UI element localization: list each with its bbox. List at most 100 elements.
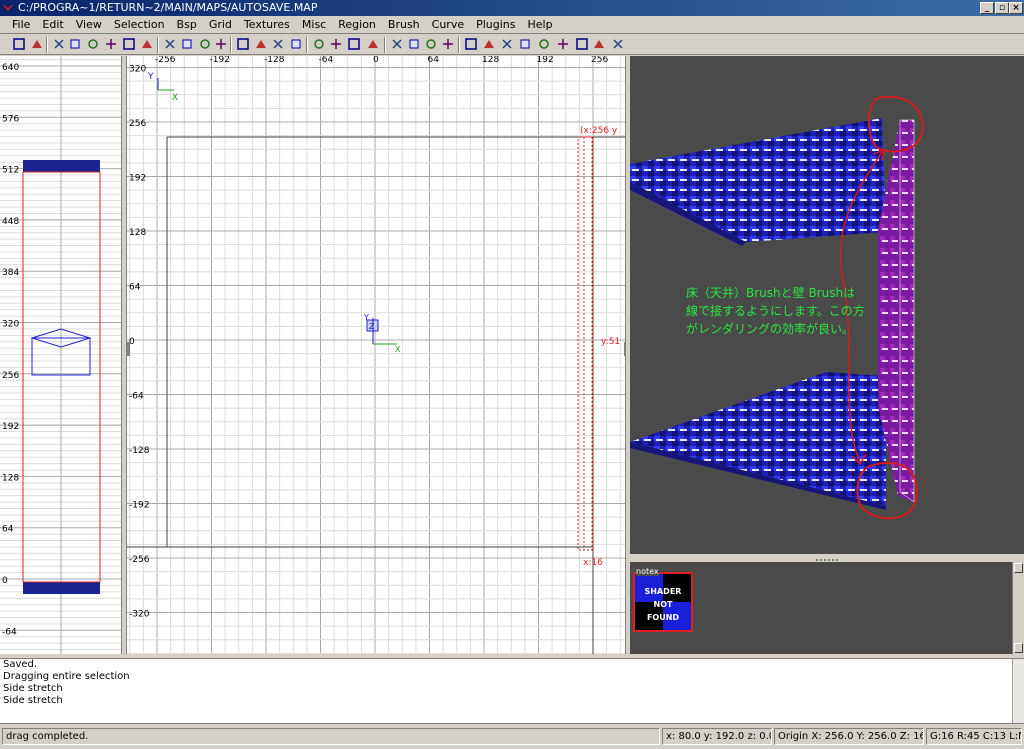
flip-y-icon[interactable]	[68, 37, 82, 51]
floor-brush	[630, 372, 886, 506]
thumb-text-1: SHADER	[644, 587, 682, 596]
z-tick-label: 0	[2, 576, 8, 586]
status-message: drag completed.	[2, 728, 660, 745]
hollow-icon[interactable]	[271, 37, 285, 51]
z-tick-label: -64	[2, 627, 17, 637]
status-position: x: 80.0 y: 192.0 z: 0.0	[662, 728, 772, 745]
console-line: Saved.	[3, 659, 38, 670]
scroll-up-button[interactable]	[1014, 563, 1023, 573]
menu-grid[interactable]: Grid	[203, 16, 238, 34]
x-tick-label: -128	[264, 56, 285, 65]
camera-view[interactable]: 床（天井）Brushと壁 Brushは 線で接するようにします。この方 がレンダ…	[630, 56, 1024, 554]
selected-wall-brush	[577, 136, 594, 551]
y-tick-label: -192	[129, 501, 149, 511]
status-origin: Origin X: 256.0 Y: 256.0 Z: 16.0	[774, 728, 924, 745]
texture-lock-icon[interactable]	[329, 37, 343, 51]
z-tick-label: 576	[2, 114, 19, 124]
toolbar-separator	[306, 37, 308, 53]
menu-plugins[interactable]: Plugins	[470, 16, 521, 34]
open-icon[interactable]	[12, 37, 26, 51]
drag-mode-icon[interactable]	[592, 37, 606, 51]
toolbar-separator	[384, 37, 386, 53]
ceiling-brush	[630, 118, 886, 242]
rotate-x-icon[interactable]	[104, 37, 118, 51]
toolbar-separator	[230, 37, 232, 53]
texture-name: notex	[636, 567, 659, 576]
x-tick-label: 0	[373, 56, 379, 65]
menu-selection[interactable]: Selection	[108, 16, 171, 34]
patch-icon[interactable]	[464, 37, 478, 51]
status-grid: G:16 R:45 C:13 L:MR	[926, 728, 1022, 745]
z-view-canvas[interactable]: 640576512448384320256192128640-64	[0, 56, 122, 654]
save-icon[interactable]	[30, 37, 44, 51]
menu-bar: File Edit View Selection Bsp Grid Textures Misc…	[0, 16, 1024, 34]
drag-edge-icon[interactable]	[289, 37, 303, 51]
x-tick-label: 128	[482, 56, 499, 65]
select-complete-tall-icon[interactable]	[163, 37, 177, 51]
z-tick-label: 640	[2, 63, 19, 73]
texture-thumbnail[interactable]: SHADER NOT FOUND	[633, 572, 693, 632]
view-x-icon[interactable]	[390, 37, 404, 51]
flip-x-icon[interactable]	[52, 37, 66, 51]
menu-edit[interactable]: Edit	[36, 16, 69, 34]
size-label-right: y:51	[601, 337, 620, 347]
texture-rotate-lock-icon[interactable]	[347, 37, 361, 51]
csg-subtract-icon[interactable]	[236, 37, 250, 51]
patch-show-icon[interactable]	[556, 37, 570, 51]
axis-y-label: Y	[147, 72, 154, 82]
menu-view[interactable]: View	[70, 16, 108, 34]
texture-scrollbar[interactable]	[1012, 562, 1024, 654]
rotate-y-icon[interactable]	[122, 37, 136, 51]
camera-move-icon[interactable]	[366, 37, 380, 51]
bend-patch-icon[interactable]	[500, 37, 514, 51]
menu-region[interactable]: Region	[332, 16, 382, 34]
title-bar: C:/PROGRA~1/RETURN~2/MAIN/MAPS/AUTOSAVE.…	[0, 0, 1024, 16]
y-tick-label: 256	[129, 119, 146, 129]
select-inside-icon[interactable]	[214, 37, 228, 51]
console[interactable]: Saved. Dragging entire selection Side st…	[0, 658, 1024, 724]
flip-z-icon[interactable]	[86, 37, 100, 51]
thumb-text-3: FOUND	[646, 613, 680, 622]
minimize-button[interactable]: _	[980, 2, 994, 14]
select-mode-icon[interactable]	[575, 37, 589, 51]
view-y-icon[interactable]	[407, 37, 421, 51]
camera-texture-splitter[interactable]	[630, 554, 1024, 562]
z-view[interactable]: 640 576 512 448 384 320 256 192 128 64 0 -64	[0, 56, 122, 654]
y-tick-label: 320	[129, 65, 146, 75]
scale-lock-icon[interactable]	[611, 37, 625, 51]
patch-thicken-icon[interactable]	[518, 37, 532, 51]
select-patch-icon[interactable]	[482, 37, 496, 51]
menu-brush[interactable]: Brush	[382, 16, 426, 34]
console-line: Dragging entire selection	[3, 671, 130, 682]
menu-bsp[interactable]: Bsp	[171, 16, 203, 34]
menu-misc[interactable]: Misc	[296, 16, 332, 34]
size-label-bottom: x:16	[583, 558, 603, 568]
menu-textures[interactable]: Textures	[238, 16, 296, 34]
menu-help[interactable]: Help	[522, 16, 559, 34]
x-tick-label: -256	[155, 56, 176, 65]
xy-view[interactable]: (x:256 y y:51 x:16 Y X Z X Y -256 -192 -128 -64 0 64 1…	[126, 56, 626, 654]
scroll-down-button[interactable]	[1014, 643, 1023, 653]
size-label-top: (x:256 y	[580, 126, 618, 136]
x-tick-label: 192	[537, 56, 554, 65]
annotation-line-1: 床（天井）Brushと壁 Brushは	[686, 286, 856, 300]
y-tick-label: -128	[129, 446, 150, 456]
csg-merge-icon[interactable]	[254, 37, 268, 51]
cubic-clip-icon[interactable]	[441, 37, 455, 51]
rotate-z-icon[interactable]	[140, 37, 154, 51]
y-tick-label: -64	[129, 392, 144, 402]
origin-y-label: Y	[363, 313, 369, 322]
xy-view-canvas[interactable]: (x:256 yy:51x:16YXZXY-256 -192 -128 -64 0 64 1…	[127, 56, 626, 654]
menu-curve[interactable]: Curve	[426, 16, 470, 34]
menu-file[interactable]: File	[6, 16, 36, 34]
view-z-icon[interactable]	[424, 37, 438, 51]
maximize-button[interactable]: ▫	[995, 2, 1009, 14]
camera-annotation: 床（天井）Brushと壁 Brushは 線で接するようにします。この方 がレンダ…	[686, 284, 886, 338]
console-scrollbar[interactable]	[1012, 659, 1024, 723]
change-views-icon[interactable]	[312, 37, 326, 51]
thumb-text-2: NOT	[653, 600, 673, 609]
patch-cap-icon[interactable]	[537, 37, 551, 51]
select-touching-icon[interactable]	[180, 37, 194, 51]
close-button[interactable]: ×	[1009, 2, 1023, 14]
select-partial-tall-icon[interactable]	[198, 37, 212, 51]
